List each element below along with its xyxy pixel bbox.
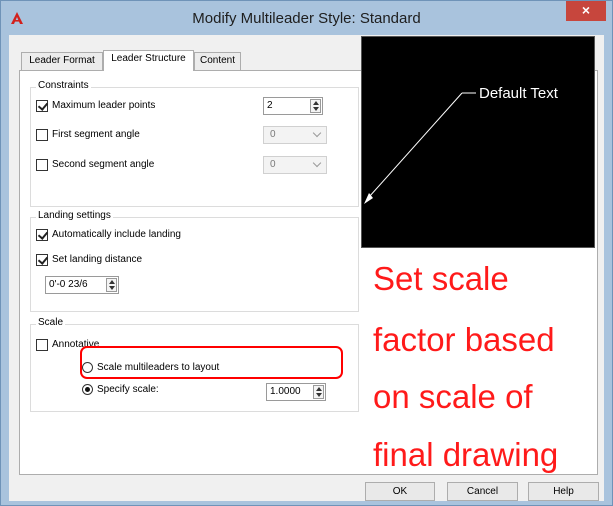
max-leader-points-value: 2 xyxy=(267,100,273,111)
landing-distance-spinner[interactable]: 0'-0 23/6 xyxy=(45,276,119,294)
landing-settings-group: Landing settings Automatically include l… xyxy=(30,210,359,312)
spinner-arrows-icon[interactable] xyxy=(106,278,117,292)
max-leader-points-checkbox[interactable] xyxy=(36,100,48,112)
preview-pane: Default Text xyxy=(361,36,595,248)
first-segment-angle-label: First segment angle xyxy=(52,129,140,140)
specify-scale-radio[interactable] xyxy=(82,384,93,395)
ok-button[interactable]: OK xyxy=(365,482,435,501)
second-segment-angle-label: Second segment angle xyxy=(52,159,155,170)
title-bar[interactable]: Modify Multileader Style: Standard × xyxy=(1,1,612,35)
close-icon: × xyxy=(581,2,591,18)
constraints-title: Constraints xyxy=(36,80,91,91)
specify-scale-label: Specify scale: xyxy=(97,384,159,395)
spinner-arrows-icon[interactable] xyxy=(313,385,324,399)
chevron-down-icon xyxy=(312,158,322,168)
first-segment-angle-select[interactable]: 0 xyxy=(263,126,327,144)
constraints-group: Constraints Maximum leader points 2 Firs… xyxy=(30,80,359,207)
leader-preview-graphic: Default Text xyxy=(364,85,559,204)
tab-content[interactable]: Content xyxy=(194,52,241,70)
help-button[interactable]: Help xyxy=(528,482,599,501)
auto-include-landing-checkbox[interactable] xyxy=(36,229,48,241)
spinner-arrows-icon[interactable] xyxy=(310,99,321,113)
landing-settings-title: Landing settings xyxy=(36,210,113,221)
tab-leader-format[interactable]: Leader Format xyxy=(21,52,103,70)
auto-include-landing-label: Automatically include landing xyxy=(52,229,181,240)
window-title: Modify Multileader Style: Standard xyxy=(192,10,421,27)
preview-text: Default Text xyxy=(479,85,559,102)
scale-title: Scale xyxy=(36,317,66,328)
max-leader-points-label: Maximum leader points xyxy=(52,100,156,111)
landing-distance-value: 0'-0 23/6 xyxy=(49,279,88,290)
set-landing-distance-label: Set landing distance xyxy=(52,254,143,265)
dialog-window: Modify Multileader Style: Standard × Lea… xyxy=(0,0,613,506)
set-landing-distance-checkbox[interactable] xyxy=(36,254,48,266)
annotation-highlight-box xyxy=(80,346,343,379)
close-button[interactable]: × xyxy=(566,1,606,21)
tab-leader-structure[interactable]: Leader Structure xyxy=(103,50,194,71)
annotation-line-2: factor based xyxy=(373,321,555,358)
second-segment-angle-checkbox[interactable] xyxy=(36,159,48,171)
specify-scale-value: 1.0000 xyxy=(270,386,301,397)
second-segment-angle-value: 0 xyxy=(270,159,276,170)
specify-scale-spinner[interactable]: 1.0000 xyxy=(266,383,326,401)
annotation-line-3: on scale of xyxy=(373,378,533,415)
annotative-checkbox[interactable] xyxy=(36,339,48,351)
annotation-line-1: Set scale xyxy=(373,260,509,297)
cancel-button[interactable]: Cancel xyxy=(447,482,518,501)
first-segment-angle-checkbox[interactable] xyxy=(36,129,48,141)
chevron-down-icon xyxy=(312,128,322,138)
max-leader-points-spinner[interactable]: 2 xyxy=(263,97,323,115)
second-segment-angle-select[interactable]: 0 xyxy=(263,156,327,174)
annotation-line-4: final drawing xyxy=(373,436,559,473)
first-segment-angle-value: 0 xyxy=(270,129,276,140)
